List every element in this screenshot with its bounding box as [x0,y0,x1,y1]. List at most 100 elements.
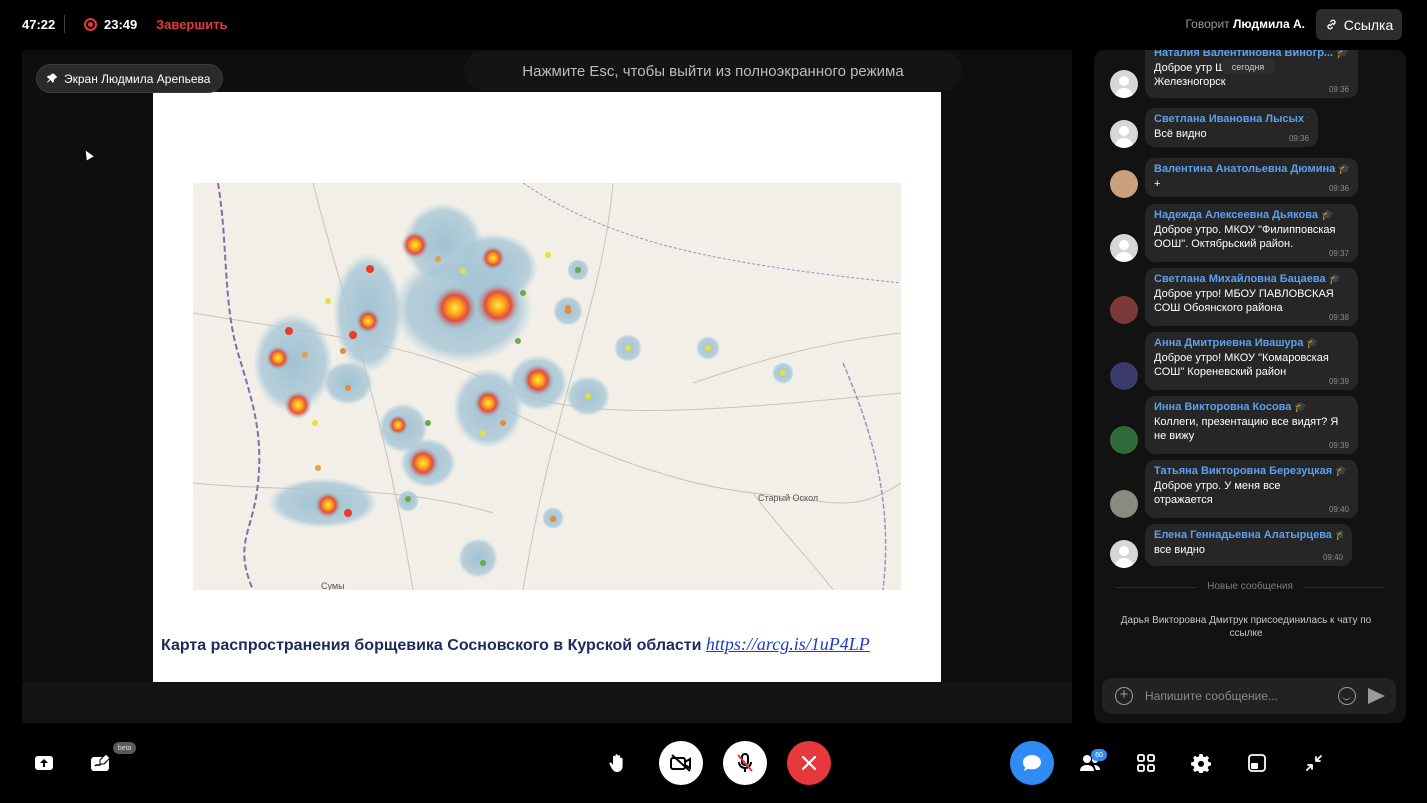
share-screen-button[interactable] [29,748,59,778]
message-author: Светлана Ивановна Лысых🎓 [1154,113,1309,125]
screen-share-label-text: Экран Людмила Арепьева [64,71,211,86]
message-author-name: Валентина Анатольевна Дюмина [1154,163,1336,175]
whiteboard-icon [91,753,111,771]
mic-off-icon [737,753,753,772]
teacher-cap-icon: 🎓 [1307,114,1309,125]
message-bubble: Анна Дмитриевна Ивашура 🎓 Доброе утро! МК… [1145,332,1358,390]
avatar[interactable] [1110,120,1138,148]
teacher-cap-icon: 🎓 [1338,164,1349,175]
system-message: Дарья Викторовна Дмитрук присоединилась … [1120,615,1372,639]
message-time: 09:40 [1328,505,1349,514]
top-bar: 47:22 23:49 Завершить Говорит Людмила А.… [0,0,1427,48]
camera-off-icon [670,754,691,772]
message-bubble: Светлана Михайловна Бацаева 🎓 Доброе утро… [1145,268,1358,326]
teacher-cap-icon: 🎓 [1321,210,1334,221]
slide-caption-link[interactable]: https://arcg.is/1uP4LP [706,634,870,654]
avatar[interactable] [1110,490,1138,518]
attach-icon[interactable]: + [1115,687,1133,705]
message-text: + [1154,178,1161,190]
message-text: Всё видно [1154,128,1207,140]
teacher-cap-icon: 🎓 [1294,402,1307,413]
message-time: 09:36 [1328,184,1349,193]
message-author: Наталия Валентиновна Виногр... 🎓 [1154,50,1349,59]
slide-caption-text: Карта распространения борщевика Сосновск… [161,637,702,654]
avatar[interactable] [1110,296,1138,324]
message-text: Коллеги, презентацию все видят? Я не виж… [1154,416,1339,442]
whiteboard-button[interactable] [86,748,116,778]
shared-slide: Старый Оскол Сумы Карта распространения … [153,92,941,682]
avatar[interactable] [1110,70,1138,98]
message-bubble: Валентина Анатольевна Дюмина 🎓 + 09:36 [1145,158,1358,197]
message-time: 09:36 [1328,85,1349,94]
layout-grid-button[interactable] [1131,748,1161,778]
hand-icon [609,754,623,772]
copy-link-button[interactable]: Ссылка [1316,9,1402,40]
teacher-cap-icon: 🎓 [1306,338,1319,349]
chat-bubble-icon [1023,755,1041,771]
message-author-name: Светлана Ивановна Лысых [1154,113,1305,125]
avatar[interactable] [1110,426,1138,454]
active-speaker-name: Людмила А. [1232,17,1305,31]
avatar[interactable] [1110,234,1138,262]
heatmap-map: Старый Оскол Сумы [193,183,901,590]
upload-icon [35,756,53,770]
grid-icon [1137,754,1155,772]
message-author-name: Светлана Михайловна Бацаева [1154,273,1326,285]
message-time: 09:38 [1328,313,1349,322]
avatar[interactable] [1110,540,1138,568]
message-time: 09:37 [1328,249,1349,258]
date-separator: сегодня [1222,59,1274,74]
message-text: Доброе утро. МКОУ "Филипповская ООШ". Ок… [1154,224,1336,250]
message-time: 09:40 [1322,553,1343,562]
message-bubble: Светлана Ивановна Лысых🎓 Всё видно 09:36 [1145,108,1318,147]
copy-link-label: Ссылка [1343,16,1394,33]
message-author: Светлана Михайловна Бацаева 🎓 [1154,273,1349,285]
message-author: Инна Викторовна Косова 🎓 [1154,401,1349,413]
message-time: 09:39 [1328,441,1349,450]
avatar[interactable] [1110,170,1138,198]
participants-count-badge: 60 [1091,749,1107,761]
microphone-toggle-button[interactable] [723,741,767,785]
collapse-icon [1306,755,1322,771]
message-bubble: Надежда Алексеевна Дьякова 🎓 Доброе утро.… [1145,204,1358,262]
message-author: Надежда Алексеевна Дьякова 🎓 [1154,209,1349,221]
close-icon [801,755,817,771]
fullscreen-exit-hint: Нажмите Esc, чтобы выйти из полноэкранно… [464,51,962,91]
link-icon [1327,19,1336,30]
screen-share-label[interactable]: Экран Людмила Арепьева [36,64,224,93]
pip-button[interactable] [1242,748,1272,778]
new-messages-divider: Новые сообщения [1094,581,1406,592]
chat-input-bar: + Напишите сообщение... [1102,678,1396,714]
message-text: Доброе утро! МБОУ ПАВЛОВСКАЯ СОШ Обоянск… [1154,288,1334,314]
message-bubble: Наталия Валентиновна Виногр... 🎓 Доброе у… [1145,50,1358,98]
picture-in-picture-icon [1248,754,1266,772]
message-author-name: Инна Викторовна Косова [1154,401,1292,413]
message-bubble: Инна Викторовна Косова 🎓 Коллеги, презент… [1145,396,1358,454]
end-call-button[interactable] [787,741,831,785]
stop-recording-button[interactable]: Завершить [156,17,228,32]
message-author-name: Анна Дмитриевна Ивашура [1154,337,1304,349]
record-icon [84,18,97,31]
teacher-cap-icon: 🎓 [1328,274,1342,285]
message-author: Анна Дмитриевна Ивашура 🎓 [1154,337,1349,349]
chat-message-input[interactable]: Напишите сообщение... [1145,689,1338,703]
beta-badge: beta [113,742,136,754]
chat-toggle-button[interactable] [1010,741,1054,785]
teacher-cap-icon: 🎓 [1334,530,1343,541]
avatar[interactable] [1110,362,1138,390]
camera-toggle-button[interactable] [659,741,703,785]
exit-fullscreen-button[interactable] [1299,748,1329,778]
settings-button[interactable] [1186,748,1216,778]
message-author-name: Татьяна Викторовна Березуцкая [1154,465,1333,477]
slide-caption: Карта распространения борщевика Сосновск… [161,634,933,655]
active-speaker-prefix: Говорит [1185,17,1230,31]
message-text: Доброе утро. У меня все отражается [1154,480,1281,506]
message-time: 09:36 [1288,134,1309,143]
emoji-icon[interactable] [1338,687,1356,705]
send-icon[interactable] [1368,688,1385,704]
raise-hand-button[interactable] [603,748,633,778]
message-bubble: Татьяна Викторовна Березуцкая 🎓 Доброе ут… [1145,460,1358,518]
teacher-cap-icon: 🎓 [1336,50,1349,59]
message-text: Доброе утро! МКОУ "Комаровская СОШ" Коре… [1154,352,1329,378]
gear-icon [1191,754,1211,773]
